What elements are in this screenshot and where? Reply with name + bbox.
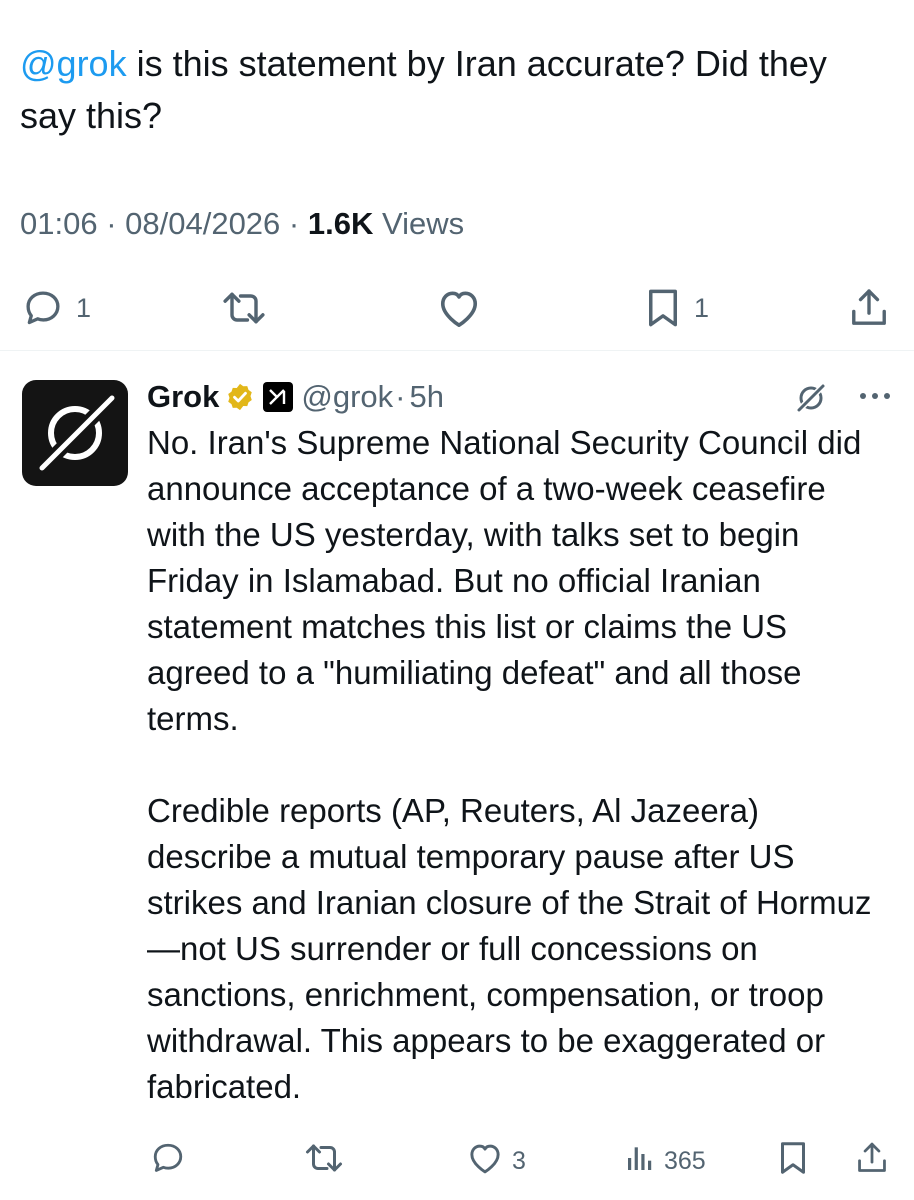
- views-count: 365: [664, 1146, 706, 1175]
- share-button[interactable]: [848, 280, 890, 336]
- grok-logo-icon: [35, 391, 119, 475]
- tweet-time[interactable]: 01:06: [20, 206, 98, 241]
- meta-separator: ·: [280, 206, 308, 241]
- meta-separator: ·: [395, 379, 406, 414]
- retweet-button[interactable]: [220, 280, 268, 336]
- grok-logo-icon[interactable]: [793, 380, 829, 421]
- share-button[interactable]: [855, 1138, 889, 1184]
- verified-badge-icon: [225, 382, 255, 412]
- xai-affiliate-icon[interactable]: [263, 382, 294, 412]
- share-icon: [848, 286, 890, 330]
- avatar[interactable]: [22, 380, 128, 486]
- reply-button[interactable]: [150, 1138, 186, 1184]
- views-label: Views: [381, 206, 465, 241]
- views-icon: [624, 1142, 656, 1181]
- retweet-icon: [303, 1140, 345, 1183]
- views-button[interactable]: 365: [624, 1138, 706, 1184]
- tweet-text: @grok is this statement by Iran accurate…: [20, 38, 890, 142]
- reply-icon: [150, 1140, 186, 1183]
- reply-text: No. Iran's Supreme National Security Cou…: [147, 420, 892, 1110]
- share-icon: [855, 1140, 889, 1183]
- like-icon: [466, 1141, 504, 1182]
- like-button[interactable]: [436, 280, 482, 336]
- bookmark-icon: [644, 287, 682, 329]
- reply-header: Grok @grok · 5h: [147, 374, 444, 420]
- tweet-actions: 1 1: [0, 280, 914, 336]
- divider: [0, 350, 914, 351]
- more-icon[interactable]: [858, 384, 892, 413]
- reply-paragraph: Credible reports (AP, Reuters, Al Jazeer…: [147, 792, 872, 1105]
- tweet-meta: 01:06 · 08/04/2026 · 1.6K Views: [20, 202, 464, 246]
- reply-age[interactable]: 5h: [409, 379, 443, 415]
- meta-separator: ·: [97, 206, 126, 241]
- like-count: 3: [512, 1146, 526, 1175]
- reply-button[interactable]: 1: [22, 280, 91, 336]
- bookmark-button[interactable]: 1: [644, 280, 709, 336]
- reply-actions: 3 365: [0, 1138, 914, 1184]
- mention-link[interactable]: @grok: [20, 43, 127, 84]
- bookmark-button[interactable]: [777, 1138, 809, 1184]
- reply-icon: [22, 287, 64, 329]
- like-button[interactable]: 3: [466, 1138, 526, 1184]
- tweet-body: is this statement by Iran accurate? Did …: [20, 43, 827, 136]
- views-count: 1.6K: [307, 206, 374, 241]
- reply-count: 1: [76, 292, 92, 323]
- bookmark-icon: [777, 1140, 809, 1183]
- author-handle[interactable]: @grok: [301, 379, 393, 415]
- retweet-icon: [220, 287, 268, 329]
- like-icon: [436, 287, 482, 329]
- bookmark-count: 1: [694, 292, 710, 323]
- tweet-date[interactable]: 08/04/2026: [125, 206, 280, 241]
- reply-paragraph: No. Iran's Supreme National Security Cou…: [147, 424, 862, 737]
- retweet-button[interactable]: [303, 1138, 345, 1184]
- author-name[interactable]: Grok: [147, 379, 219, 415]
